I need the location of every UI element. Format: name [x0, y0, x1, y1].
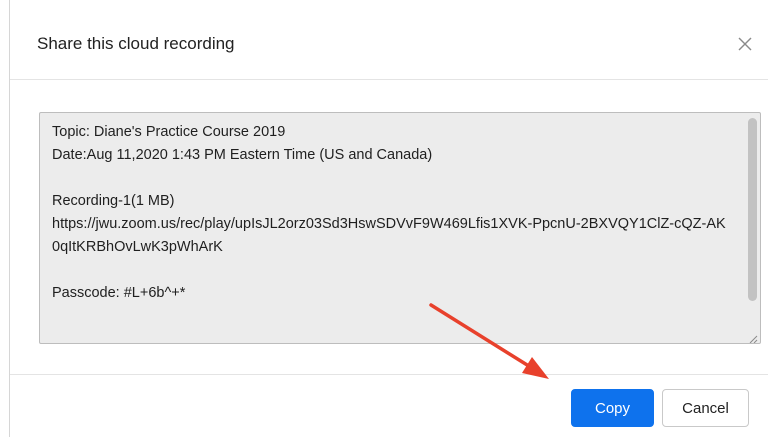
recording-line: Recording-1(1 MB): [52, 193, 175, 209]
footer-divider: [10, 374, 768, 375]
passcode-line: Passcode: #L+6b^+*: [52, 285, 186, 301]
share-recording-dialog: Share this cloud recording Topic: Diane'…: [9, 0, 768, 437]
scrollbar-thumb[interactable]: [748, 118, 757, 301]
scrollbar[interactable]: [746, 116, 757, 338]
topic-line: Topic: Diane's Practice Course 2019: [52, 124, 286, 140]
share-info-textarea[interactable]: Topic: Diane's Practice Course 2019 Date…: [39, 112, 761, 344]
close-icon-glyph: [738, 37, 752, 51]
date-line: Date:Aug 11,2020 1:43 PM Eastern Time (U…: [52, 147, 433, 163]
recording-url: https://jwu.zoom.us/rec/play/upIsJL2orz0…: [52, 216, 726, 255]
copy-button[interactable]: Copy: [571, 389, 654, 427]
close-icon[interactable]: [736, 35, 754, 53]
share-info-text: Topic: Diane's Practice Course 2019 Date…: [52, 121, 732, 305]
dialog-title: Share this cloud recording: [37, 34, 235, 53]
dialog-header: Share this cloud recording: [10, 0, 768, 80]
resize-grip-icon[interactable]: [748, 331, 758, 343]
resize-grip-glyph: [749, 335, 758, 343]
cancel-button[interactable]: Cancel: [662, 389, 749, 427]
